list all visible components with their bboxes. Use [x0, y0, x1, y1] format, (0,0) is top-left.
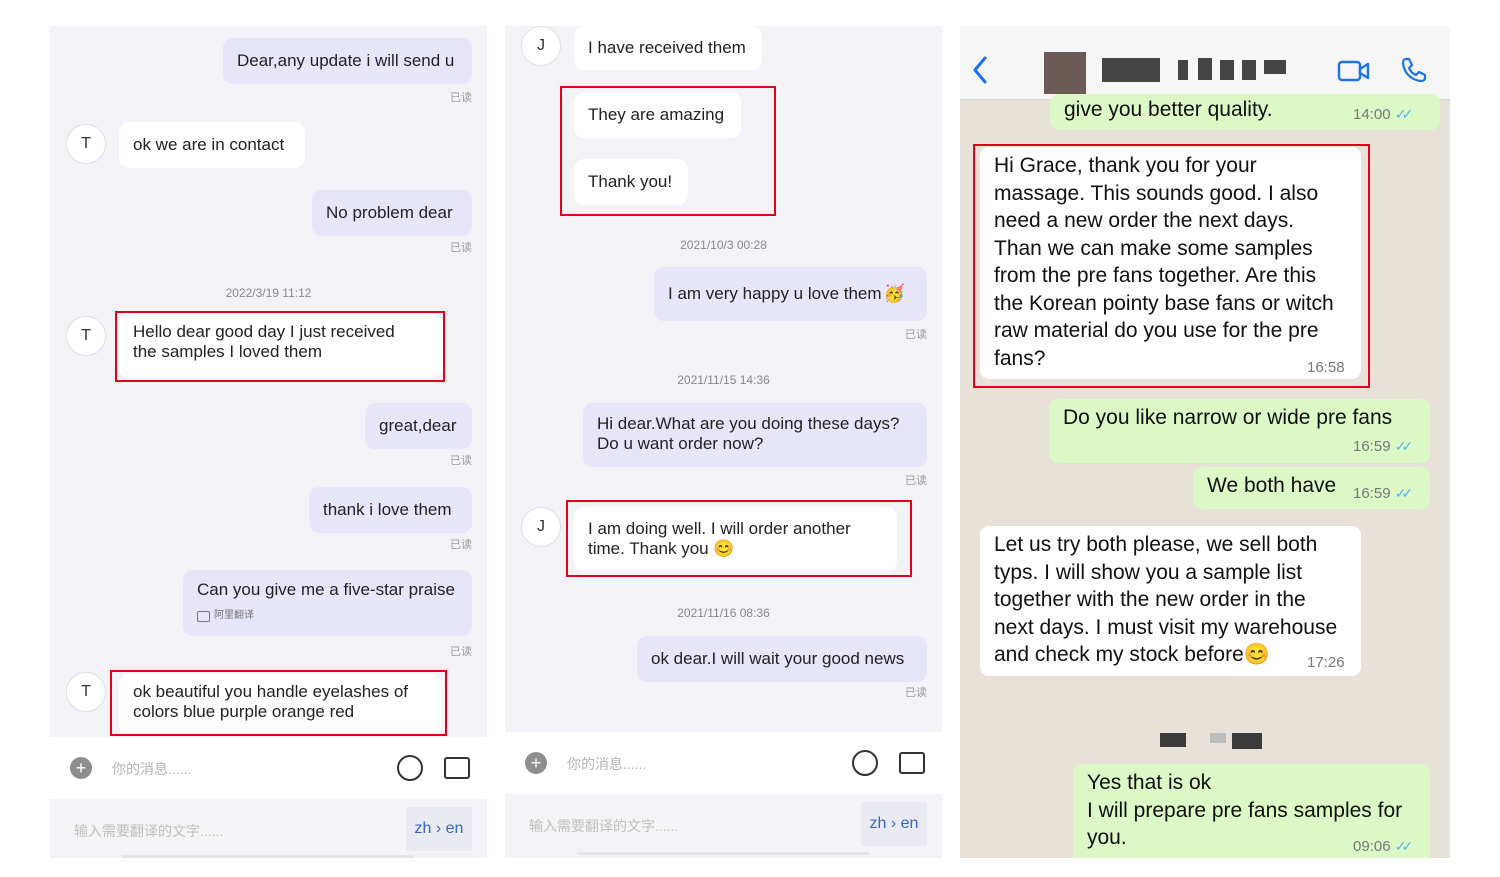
- message-text: We both have: [1207, 474, 1337, 497]
- contact-name-redacted[interactable]: [1102, 58, 1288, 82]
- timestamp: 2021/11/16 08:36: [677, 606, 770, 620]
- phone-call-icon[interactable]: [1400, 56, 1428, 84]
- message-bubble-sent[interactable]: I am very happy u love them 🥳: [654, 267, 927, 321]
- message-text: ok we are in contact: [133, 135, 285, 154]
- read-receipt: 已读: [905, 329, 927, 341]
- avatar[interactable]: T: [66, 124, 106, 164]
- translate-icon: [197, 610, 210, 622]
- read-receipt: 已读: [905, 687, 927, 699]
- message-line: and check my stock before😊: [994, 643, 1270, 666]
- date-divider-redacted: [1160, 731, 1264, 749]
- double-check-icon: ✓✓: [1394, 838, 1414, 854]
- add-icon[interactable]: +: [70, 757, 92, 779]
- message-time: 17:26: [1307, 654, 1345, 671]
- language-switch[interactable]: zh › en: [861, 802, 927, 846]
- home-indicator: [577, 852, 869, 855]
- avatar[interactable]: T: [66, 672, 106, 712]
- message-bubble-received[interactable]: I have received them: [574, 26, 762, 70]
- party-emoji-icon: 🥳: [883, 284, 905, 303]
- contact-avatar[interactable]: [1044, 52, 1086, 94]
- highlight-box: [115, 311, 445, 382]
- message-text: Dear,any update i will send u: [237, 51, 455, 70]
- message-text: Do you like narrow or wide pre fans: [1063, 406, 1393, 429]
- message-bubble-sent[interactable]: great,dear: [365, 403, 472, 449]
- read-receipt: 已读: [450, 92, 472, 104]
- message-bubble-sent[interactable]: ok dear.I will wait your good news: [637, 636, 927, 682]
- message-bubble-received[interactable]: ok we are in contact: [119, 122, 305, 168]
- message-line: next days. I must visit my warehouse: [994, 615, 1338, 639]
- message-text: I have received them: [588, 38, 746, 57]
- avatar[interactable]: T: [66, 316, 106, 356]
- message-time: 09:06 ✓✓: [1353, 838, 1414, 855]
- double-check-icon: ✓✓: [1394, 106, 1414, 122]
- avatar[interactable]: J: [521, 507, 561, 547]
- translate-bar: 输入需要翻译的文字...... zh › en: [519, 802, 927, 846]
- highlight-box: [110, 670, 447, 736]
- message-time: 14:00 ✓✓: [1353, 106, 1414, 123]
- message-text: No problem dear: [326, 203, 453, 222]
- image-icon[interactable]: [899, 752, 925, 774]
- message-bubble-sent[interactable]: Dear,any update i will send u: [223, 38, 472, 84]
- message-text: Can you give me a five-star praise: [197, 580, 455, 599]
- message-line: Yes that is ok: [1087, 771, 1212, 794]
- highlight-box: [973, 144, 1370, 388]
- message-line: together with the new order in the: [994, 588, 1306, 611]
- message-bubble-sent[interactable]: No problem dear: [312, 190, 472, 236]
- translate-bar: 输入需要翻译的文字...... zh › en: [64, 807, 472, 851]
- read-receipt: 已读: [450, 242, 472, 254]
- video-call-icon[interactable]: [1337, 59, 1371, 83]
- message-bubble-sent[interactable]: Hi dear.What are you doing these days? D…: [583, 403, 927, 467]
- message-text: thank i love them: [323, 500, 452, 519]
- whatsapp-chat-panel: give you better quality. 14:00 ✓✓ Hi Gra…: [960, 26, 1450, 858]
- read-receipt: 已读: [450, 455, 472, 467]
- message-line: I will prepare pre fans samples for: [1087, 798, 1403, 822]
- chat-panel-2: J I have received them They are amazing …: [505, 26, 942, 858]
- highlight-box: [566, 500, 912, 577]
- translate-input[interactable]: 输入需要翻译的文字......: [74, 821, 223, 841]
- message-bubble-sent[interactable]: thank i love them: [309, 487, 472, 533]
- message-time: 16:59 ✓✓: [1353, 485, 1414, 502]
- message-input[interactable]: 你的消息......: [567, 754, 646, 774]
- chat-header: [960, 26, 1450, 100]
- home-indicator: [122, 855, 414, 858]
- message-line: Hi dear.What are you doing these days?: [597, 414, 900, 433]
- read-receipt: 已读: [905, 475, 927, 487]
- message-line: Let us try both please, we sell both: [994, 533, 1318, 556]
- message-input-bar: + 你的消息......: [50, 737, 487, 799]
- add-icon[interactable]: +: [525, 752, 547, 774]
- timestamp: 2021/11/15 14:36: [677, 373, 770, 387]
- chat-panel-1: Dear,any update i will send u 已读 T ok we…: [50, 26, 487, 858]
- double-check-icon: ✓✓: [1394, 438, 1414, 454]
- translate-input[interactable]: 输入需要翻译的文字......: [529, 816, 678, 836]
- read-receipt: 已读: [450, 646, 472, 658]
- language-switch[interactable]: zh › en: [406, 807, 472, 851]
- chevron-left-icon[interactable]: [972, 56, 988, 84]
- message-line: typs. I will show you a sample list: [994, 560, 1303, 584]
- message-bubble-sent[interactable]: Can you give me a five-star praise 阿里翻译: [183, 570, 472, 636]
- double-check-icon: ✓✓: [1394, 485, 1414, 501]
- emoji-icon[interactable]: [397, 755, 423, 781]
- message-text: give you better quality.: [1064, 98, 1273, 121]
- message-input[interactable]: 你的消息......: [112, 759, 191, 779]
- timestamp: 2022/3/19 11:12: [225, 286, 312, 300]
- read-receipt: 已读: [450, 539, 472, 551]
- translation-label: 阿里翻译: [197, 606, 458, 626]
- emoji-icon[interactable]: [852, 750, 878, 776]
- message-bubble-received[interactable]: Let us try both please, we sell both typ…: [980, 526, 1361, 676]
- avatar[interactable]: J: [521, 26, 561, 66]
- highlight-box: [560, 86, 776, 216]
- message-text: great,dear: [379, 416, 457, 435]
- message-text: ok dear.I will wait your good news: [651, 649, 905, 668]
- message-time: 16:59 ✓✓: [1353, 438, 1414, 455]
- timestamp: 2021/10/3 00:28: [680, 238, 767, 252]
- image-icon[interactable]: [444, 757, 470, 779]
- message-line: Do u want order now?: [597, 434, 764, 453]
- message-input-bar: + 你的消息......: [505, 732, 942, 794]
- message-text: I am very happy u love them: [668, 284, 882, 303]
